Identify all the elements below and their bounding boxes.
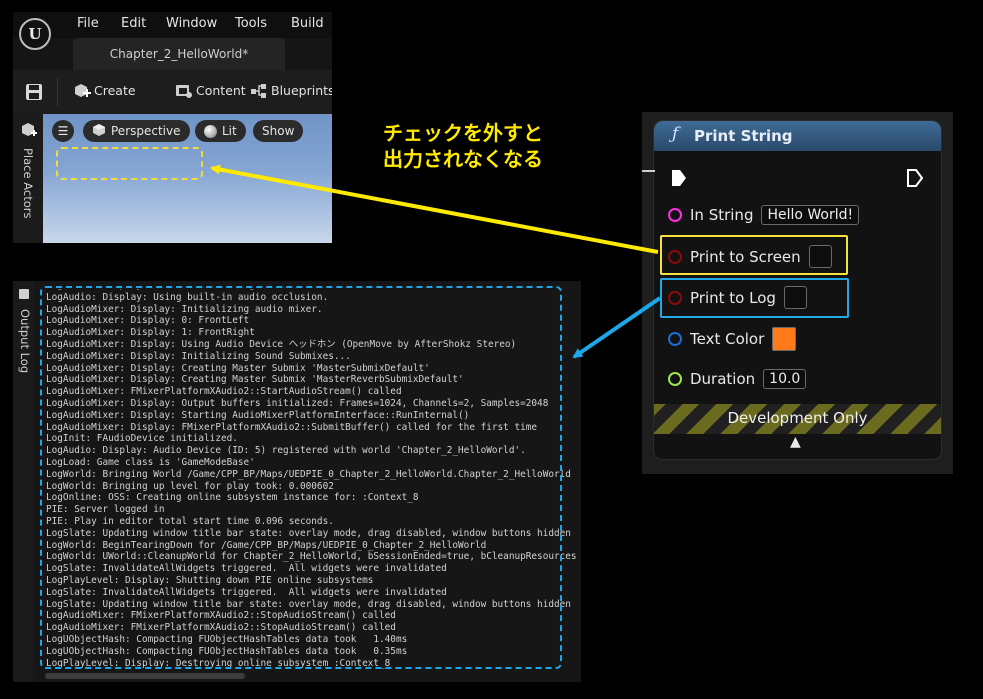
yellow-arrow xyxy=(210,164,659,254)
blue-arrow xyxy=(572,296,662,359)
annotation-arrows xyxy=(210,164,662,359)
